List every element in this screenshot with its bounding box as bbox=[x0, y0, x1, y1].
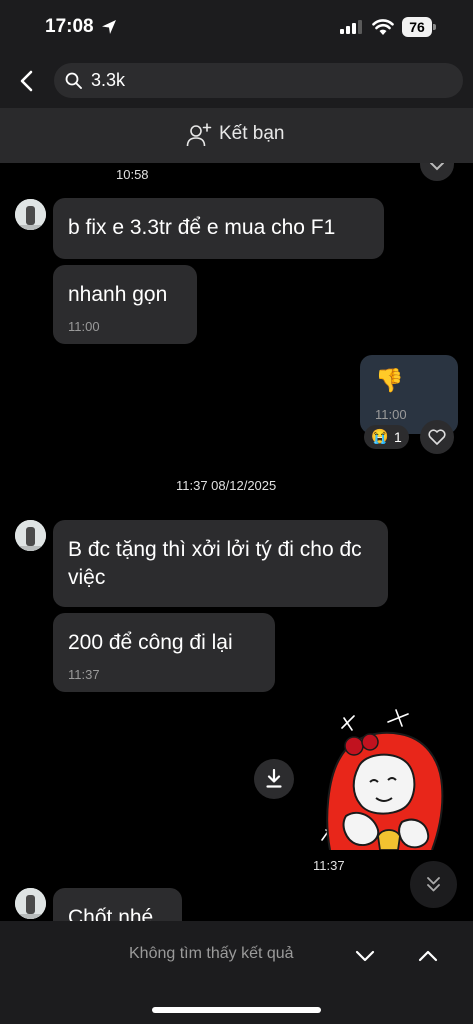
message-text: B đc tặng thì xởi lởi tý đi cho đc việc bbox=[68, 538, 362, 589]
message-bubble[interactable]: nhanh gọn 11:00 bbox=[53, 265, 197, 344]
cellular-signal-icon bbox=[340, 20, 362, 34]
status-bar: 17:08 76 bbox=[0, 0, 473, 56]
add-friend-bar: Kết bạn bbox=[0, 108, 473, 163]
avatar[interactable] bbox=[15, 520, 46, 551]
thumbs-down-emoji: 👎 bbox=[375, 367, 404, 393]
add-friend-label: Kết bạn bbox=[219, 123, 285, 144]
back-button[interactable] bbox=[12, 66, 42, 96]
previous-result-button[interactable] bbox=[413, 941, 443, 971]
message-text: b fix e 3.3tr để e mua cho F1 bbox=[68, 216, 336, 239]
message-time: 11:37 bbox=[68, 667, 100, 682]
reaction-count: 1 bbox=[394, 429, 402, 445]
wifi-icon bbox=[372, 19, 394, 35]
crying-emoji: 😭 bbox=[371, 428, 389, 444]
search-header: 3.3k bbox=[0, 56, 473, 108]
message-time: 11:00 bbox=[375, 407, 407, 422]
avatar-image bbox=[15, 199, 46, 230]
message-time: 11:00 bbox=[68, 319, 100, 334]
home-indicator bbox=[152, 1007, 321, 1013]
message-bubble[interactable]: 200 để công đi lại 11:37 bbox=[53, 613, 275, 692]
chat-messages[interactable]: 10:58 b fix e 3.3tr để e mua cho F1 nhan… bbox=[0, 163, 473, 921]
message-text: Chốt nhé bbox=[68, 906, 154, 921]
avatar[interactable] bbox=[15, 888, 46, 919]
no-result-label: Không tìm thấy kết quả bbox=[129, 945, 294, 962]
message-text: nhanh gọn bbox=[68, 283, 168, 306]
reaction-badge[interactable]: 😭 1 bbox=[364, 425, 409, 449]
location-arrow-icon bbox=[102, 20, 116, 34]
scroll-to-bottom-button[interactable] bbox=[410, 861, 457, 908]
download-icon bbox=[266, 769, 282, 788]
date-divider: 11:37 08/12/2025 bbox=[176, 478, 277, 493]
add-user-icon bbox=[186, 123, 212, 147]
react-button[interactable] bbox=[420, 420, 454, 454]
monkey-sticker[interactable] bbox=[318, 708, 446, 850]
search-input[interactable]: 3.3k bbox=[54, 63, 463, 98]
battery-icon: 76 bbox=[402, 17, 436, 37]
status-time: 17:08 bbox=[45, 16, 94, 37]
add-friend-button[interactable]: Kết bạn bbox=[0, 108, 473, 163]
chevron-down-icon bbox=[430, 163, 444, 171]
message-text: 200 để công đi lại bbox=[68, 631, 233, 654]
avatar-image bbox=[15, 520, 46, 551]
scroll-button-top[interactable] bbox=[420, 163, 454, 181]
message-bubble[interactable]: b fix e 3.3tr để e mua cho F1 bbox=[53, 198, 384, 259]
download-button[interactable] bbox=[254, 759, 294, 799]
message-bubble[interactable]: Chốt nhé bbox=[53, 888, 182, 921]
search-icon bbox=[65, 72, 82, 89]
next-result-button[interactable] bbox=[350, 941, 380, 971]
search-query: 3.3k bbox=[91, 70, 126, 90]
message-time: 10:58 bbox=[116, 167, 149, 182]
message-time: 11:37 bbox=[313, 858, 345, 873]
heart-icon bbox=[428, 429, 446, 445]
double-chevron-down-icon bbox=[427, 877, 440, 892]
avatar[interactable] bbox=[15, 199, 46, 230]
battery-level: 76 bbox=[409, 19, 425, 35]
message-bubble[interactable]: B đc tặng thì xởi lởi tý đi cho đc việc bbox=[53, 520, 388, 607]
search-results-bar: Không tìm thấy kết quả bbox=[0, 921, 473, 1024]
avatar-image bbox=[15, 888, 46, 919]
